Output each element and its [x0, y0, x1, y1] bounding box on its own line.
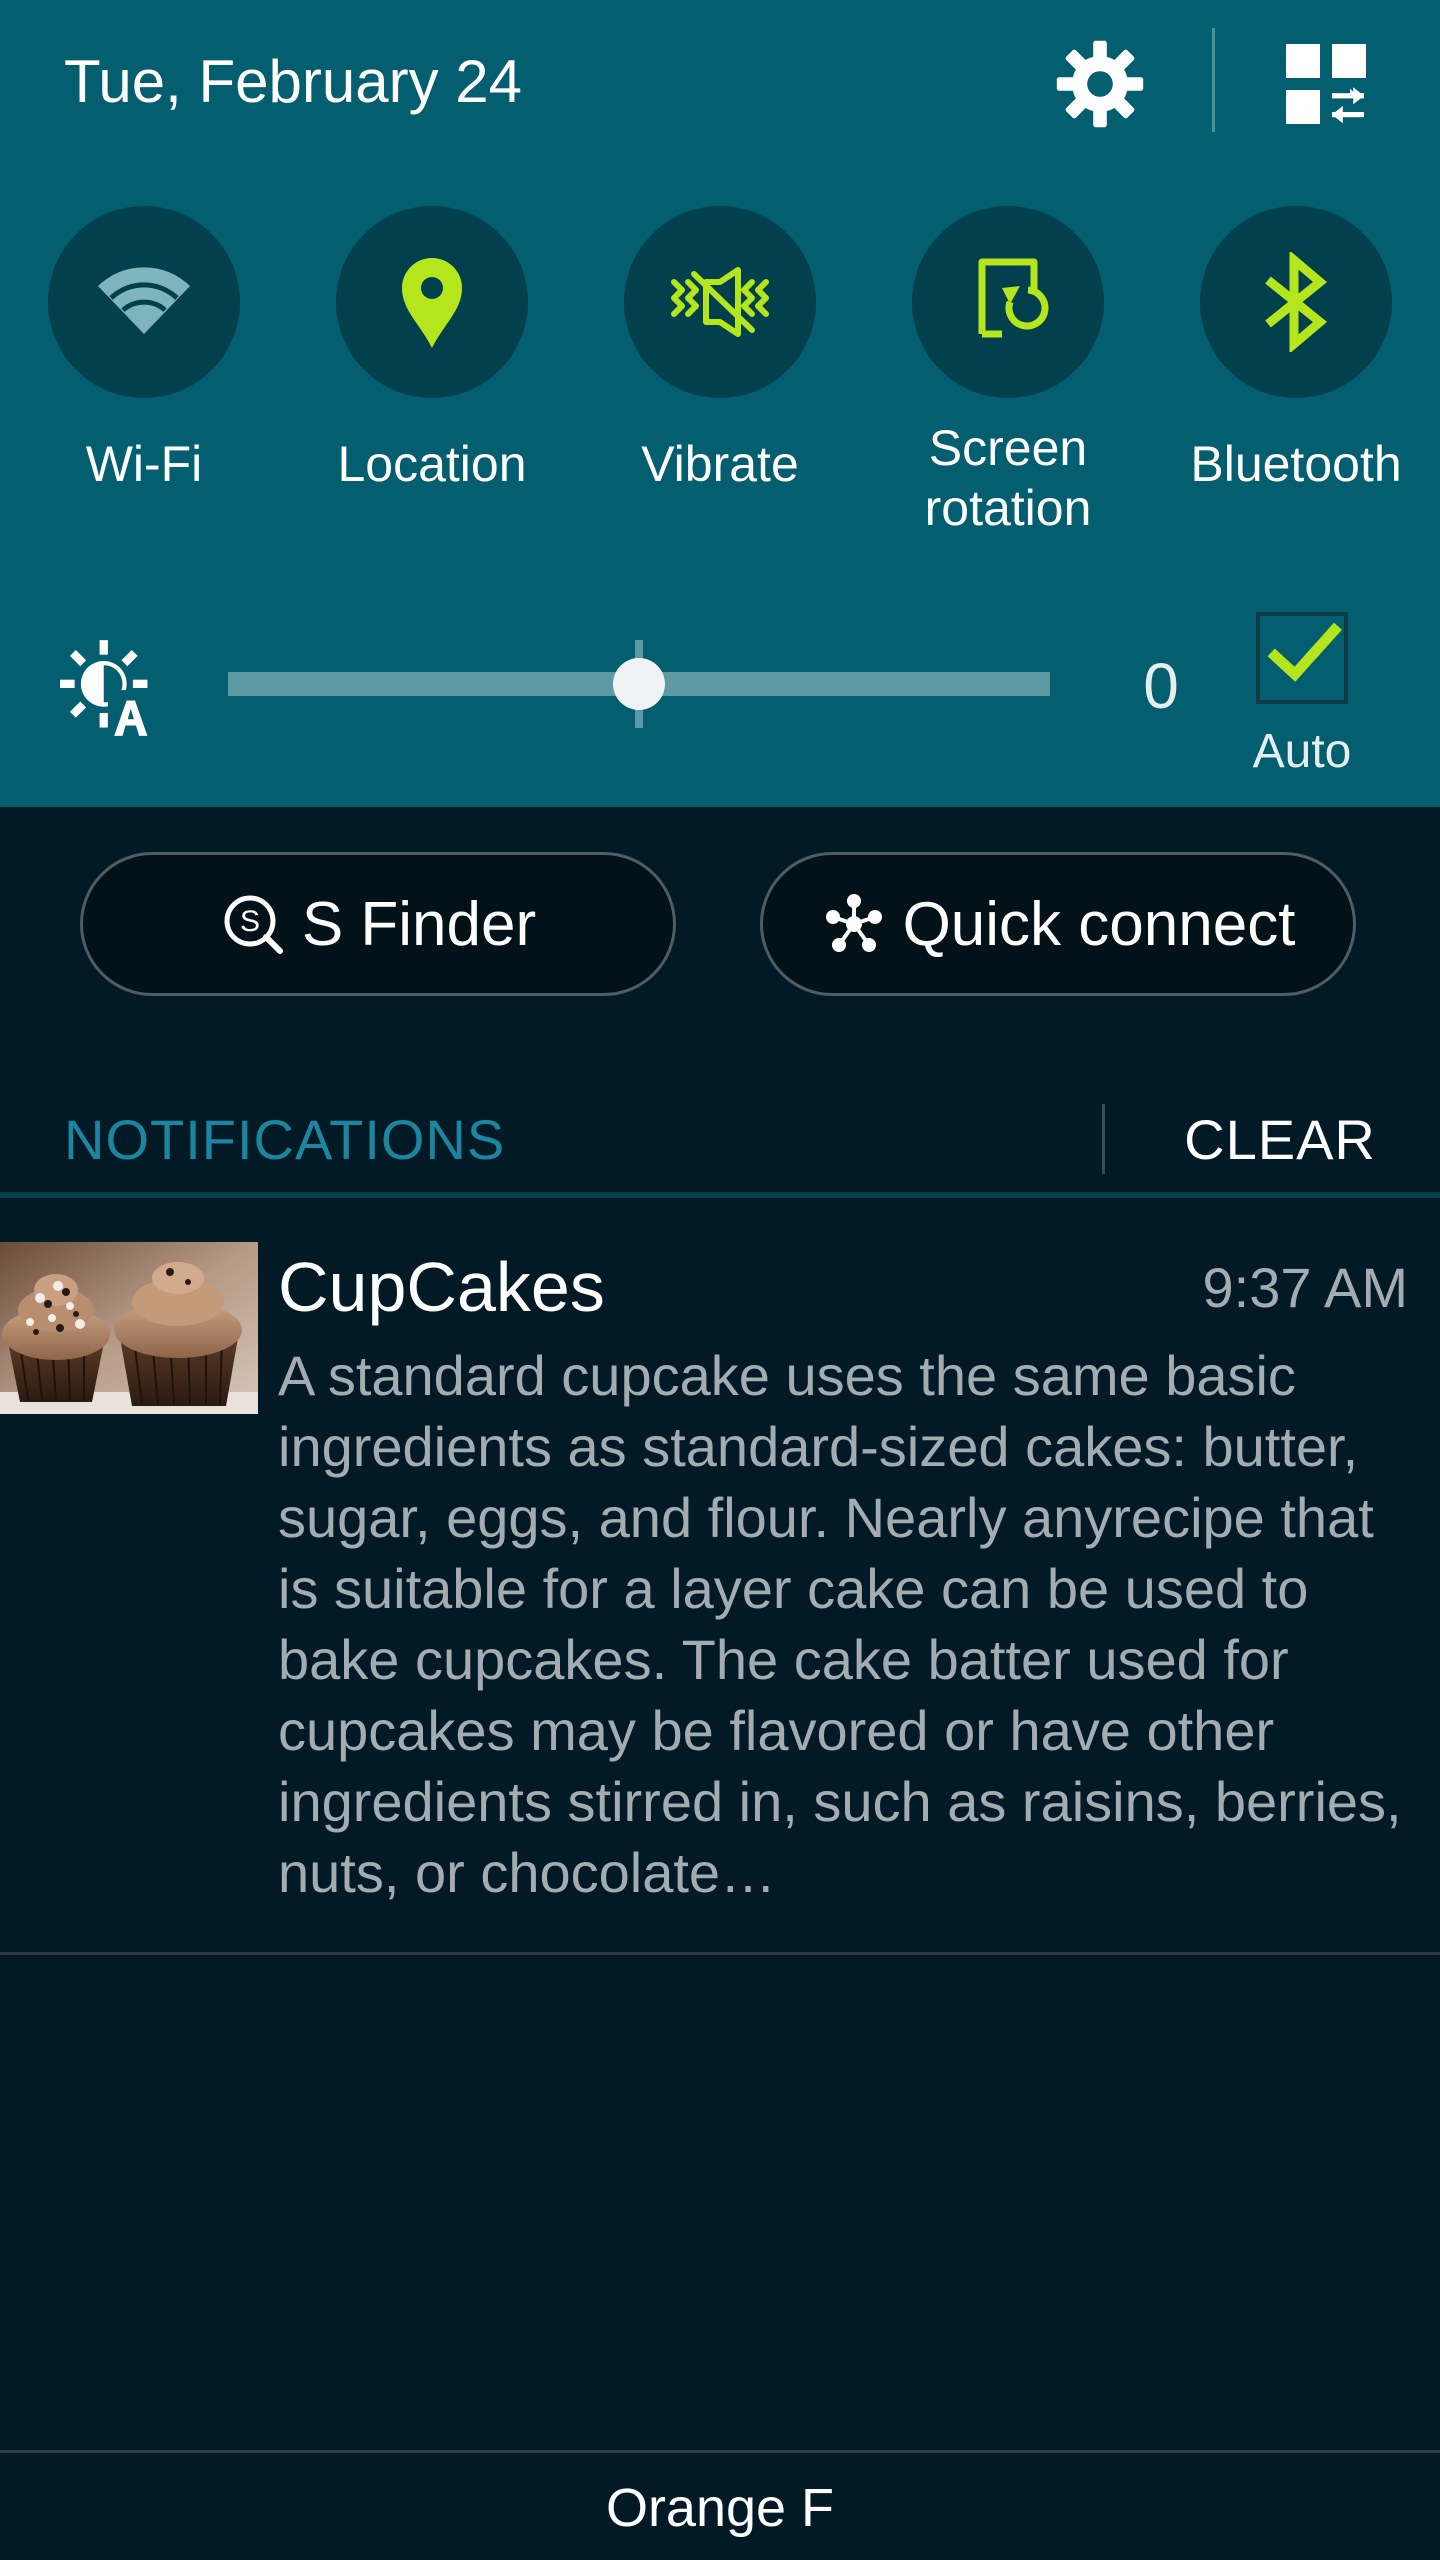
toggle-screen-rotation[interactable]: Screen rotation [864, 206, 1152, 546]
auto-brightness-checkbox[interactable] [1256, 612, 1348, 704]
toggle-wifi-circle[interactable] [48, 206, 240, 398]
grid-edit-icon [1286, 44, 1366, 124]
quick-connect-label: Quick connect [902, 889, 1296, 959]
notification-thumbnail [0, 1242, 258, 1414]
toggle-bluetooth-label: Bluetooth [1190, 436, 1402, 492]
notifications-heading: NOTIFICATIONS [64, 1108, 506, 1171]
settings-button[interactable] [1052, 36, 1148, 132]
notification-title: CupCakes [278, 1248, 605, 1326]
vibrate-icon [671, 267, 769, 337]
auto-brightness-icon [58, 636, 162, 740]
footer-divider [0, 2450, 1440, 2453]
quick-connect-icon [825, 894, 882, 952]
auto-brightness-label: Auto [1252, 725, 1352, 778]
toggle-screen-rotation-label: Screen rotation [924, 420, 1092, 536]
gear-icon [1056, 40, 1144, 128]
notification-item[interactable]: CupCakes 9:37 AM A standard cupcake uses… [0, 1242, 1440, 1956]
toggle-bluetooth[interactable]: Bluetooth [1152, 206, 1440, 546]
toggle-wifi[interactable]: Wi-Fi [0, 206, 288, 546]
edit-quick-settings-button[interactable] [1278, 36, 1374, 132]
toggle-bluetooth-circle[interactable] [1200, 206, 1392, 398]
notification-item-divider [0, 1952, 1440, 1955]
checkmark-icon [1267, 622, 1342, 682]
s-finder-button[interactable]: S S Finder [80, 852, 676, 996]
notification-time: 9:37 AM [1202, 1256, 1408, 1319]
s-finder-search-icon: S [224, 895, 283, 954]
wifi-icon [98, 267, 190, 334]
toggle-location-circle[interactable] [336, 206, 528, 398]
toggle-vibrate-label: Vibrate [641, 436, 799, 492]
quick-toggles: Wi-Fi Location Vibrate Screen rotation B… [0, 206, 1440, 546]
header-divider [1212, 28, 1215, 132]
s-finder-label: S Finder [301, 889, 537, 959]
location-pin-icon [402, 258, 462, 348]
carrier-label: Orange F [605, 2478, 835, 2538]
svg-text:S: S [240, 905, 260, 938]
toggle-wifi-label: Wi-Fi [85, 436, 203, 492]
screen-rotation-icon [978, 258, 1049, 338]
brightness-slider[interactable] [228, 640, 1050, 728]
brightness-slider-thumb[interactable] [613, 658, 665, 710]
date-text: Tue, February 24 [64, 48, 522, 115]
bluetooth-icon [1265, 252, 1328, 352]
quick-panel: Tue, February 24 Wi-Fi Location Vibrate … [0, 0, 1440, 807]
toggle-vibrate-circle[interactable] [624, 206, 816, 398]
toggle-screen-rotation-circle[interactable] [912, 206, 1104, 398]
toggle-location[interactable]: Location [288, 206, 576, 546]
notifications-divider [1102, 1104, 1105, 1174]
toggle-location-label: Location [337, 436, 527, 492]
brightness-value: 0 [1143, 650, 1179, 722]
clear-button[interactable]: CLEAR [1160, 1104, 1400, 1176]
notification-body: A standard cupcake uses the same basic i… [278, 1344, 1402, 1904]
quick-connect-button[interactable]: Quick connect [760, 852, 1356, 996]
notifications-rule [0, 1192, 1440, 1198]
toggle-vibrate[interactable]: Vibrate [576, 206, 864, 546]
